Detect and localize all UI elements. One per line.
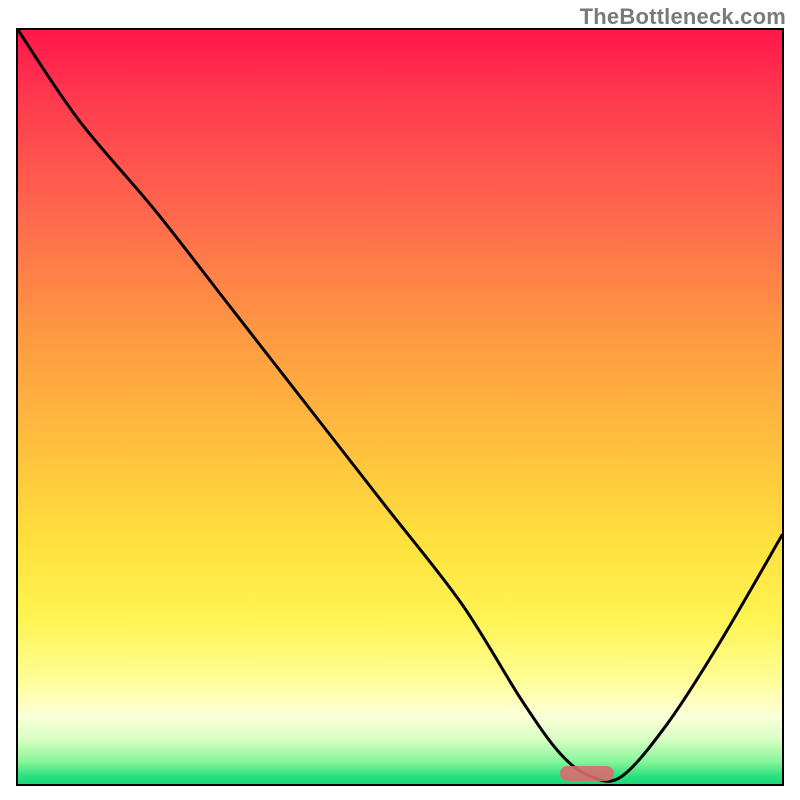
optimal-range-marker	[560, 766, 613, 781]
chart-frame: TheBottleneck.com	[0, 0, 800, 800]
bottleneck-curve	[18, 30, 782, 784]
plot-area	[16, 28, 784, 786]
watermark-label: TheBottleneck.com	[580, 4, 786, 30]
